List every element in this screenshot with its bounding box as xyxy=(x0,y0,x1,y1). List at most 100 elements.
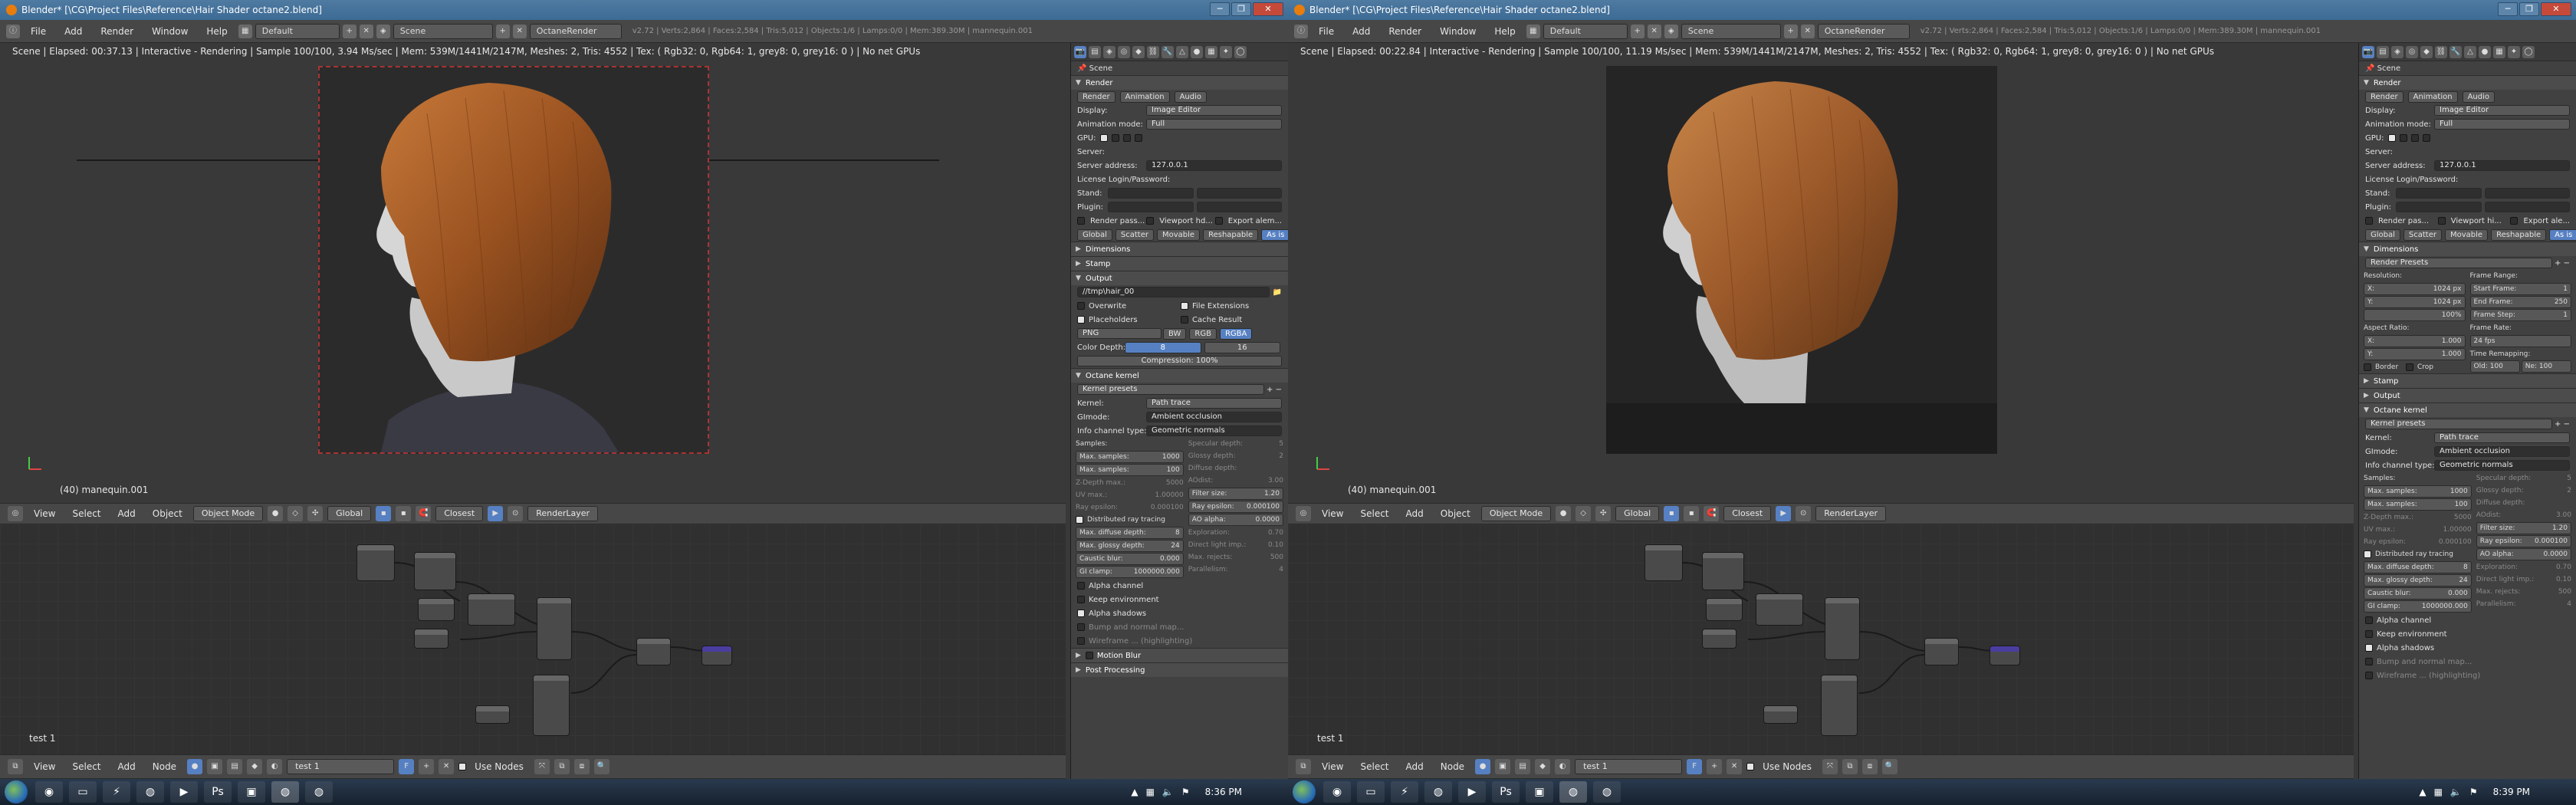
material-tab-icon[interactable]: ● xyxy=(2479,45,2491,58)
pin-icon[interactable]: 📌 xyxy=(1077,64,1089,73)
material-output-node[interactable] xyxy=(1990,646,2020,665)
rgba-button[interactable]: RGBA xyxy=(1219,327,1253,340)
max-diffuse-depth-field[interactable]: Max. diffuse depth: 8 xyxy=(1076,527,1184,539)
shader-node[interactable] xyxy=(533,675,570,736)
overwrite-checkbox[interactable] xyxy=(1077,302,1085,310)
render-passes-checkbox[interactable] xyxy=(2365,217,2373,225)
tray-arrow-icon[interactable]: ▲ xyxy=(2419,787,2426,797)
folder-icon[interactable]: 📁 xyxy=(1270,288,1282,297)
ray-epsilon-field[interactable]: Ray epsilon: 0.000100 xyxy=(1188,501,1283,513)
shader-node[interactable] xyxy=(1756,593,1803,626)
add-scene-icon[interactable]: + xyxy=(495,24,510,38)
gi-clamp-field[interactable]: GI clamp: 1000000.000 xyxy=(1076,566,1184,578)
menu-window[interactable]: Window xyxy=(1432,26,1484,37)
ao-dist-field[interactable]: AOdist: 3.00 xyxy=(1188,475,1283,487)
info-channel-select[interactable]: Geometric normals xyxy=(2434,460,2570,471)
winamp-icon[interactable]: ⚡ xyxy=(103,781,130,803)
ray-epsilon-field[interactable]: Ray epsilon: 0.000100 xyxy=(1076,501,1184,514)
3d-viewport[interactable]: Scene | Elapsed: 00:22.84 | Interactive … xyxy=(1288,43,2354,503)
menu-help[interactable]: Help xyxy=(199,26,235,37)
physics-tab-icon[interactable]: ◯ xyxy=(2522,45,2535,58)
winamp-icon[interactable]: ⚡ xyxy=(1391,781,1418,803)
chrome-icon[interactable]: ◉ xyxy=(1323,781,1351,803)
layout-select[interactable]: Default xyxy=(255,23,340,39)
object-tab-icon[interactable]: ◆ xyxy=(2420,45,2433,58)
particles-tab-icon[interactable]: ✦ xyxy=(1220,45,1232,58)
shader-node[interactable] xyxy=(414,552,456,590)
layer-icon[interactable]: ▪ xyxy=(396,506,412,521)
color-depth-8-button[interactable]: 8 xyxy=(1125,341,1201,353)
filter-size-field[interactable]: Filter size: 1.20 xyxy=(1188,488,1283,500)
mode-scatter-button[interactable]: Scatter xyxy=(1115,228,1154,241)
panel-render[interactable]: ▼ Render xyxy=(2359,75,2576,90)
blender-window-icon[interactable]: ◍ xyxy=(271,781,299,803)
titlebar[interactable]: Blender* [\CG\Project Files\Reference\Ha… xyxy=(0,0,1288,20)
app-icon[interactable]: ▣ xyxy=(1526,781,1553,803)
texture-tab-icon[interactable]: ▦ xyxy=(1205,45,1217,58)
pivot-icon[interactable]: ◇ xyxy=(288,506,304,521)
menu-select[interactable]: Select xyxy=(66,508,107,519)
add-icon[interactable]: + xyxy=(1707,759,1723,774)
menu-view[interactable]: View xyxy=(28,508,61,519)
material-icon[interactable]: ◐ xyxy=(1555,759,1571,774)
specular-depth-field[interactable]: Specular depth: 5 xyxy=(1188,438,1283,450)
texture-icon[interactable]: ▤ xyxy=(227,759,243,774)
alpha-channel-checkbox[interactable] xyxy=(2365,616,2373,624)
rgb-button[interactable]: RGB xyxy=(1189,327,1217,340)
mix-node[interactable] xyxy=(1924,638,1959,665)
snap-icon[interactable]: 🧲 xyxy=(416,506,432,521)
add-layout-icon[interactable]: + xyxy=(1630,24,1644,38)
direct-light-field[interactable]: Direct light imp.: 0.10 xyxy=(1188,539,1283,551)
shader-type-icon[interactable]: ● xyxy=(1475,759,1491,774)
display-select[interactable]: Image Editor xyxy=(2434,105,2570,116)
max-rejects-field[interactable]: Max. rejects: 500 xyxy=(1188,551,1283,564)
max-glossy-depth-field[interactable]: Max. glossy depth: 24 xyxy=(2364,574,2472,586)
keep-environment-checkbox[interactable] xyxy=(2365,630,2373,638)
menu-object[interactable]: Object xyxy=(1434,508,1477,519)
ao-alpha-field[interactable]: AO alpha: 0.0000 xyxy=(1188,514,1283,526)
keep-environment-checkbox[interactable] xyxy=(1077,596,1085,603)
constraints-tab-icon[interactable]: ⛓ xyxy=(1147,45,1159,58)
wireframe-checkbox[interactable] xyxy=(2365,672,2373,679)
aspect-x-field[interactable]: X: 1.000 xyxy=(2364,335,2466,347)
caustic-blur-field[interactable]: Caustic blur: 0.000 xyxy=(2364,587,2472,600)
shader-node[interactable] xyxy=(1821,675,1858,736)
titlebar[interactable]: Blender* [\CG\Project Files\Reference\Ha… xyxy=(1288,0,2576,20)
info-channel-select[interactable]: Geometric normals xyxy=(1146,426,1282,436)
minimize-button[interactable]: ─ xyxy=(1210,2,1230,16)
panel-octane-kernel[interactable]: ▼ Octane kernel xyxy=(1071,368,1288,383)
network-icon[interactable]: ▦ xyxy=(1146,787,1155,797)
crop-checkbox[interactable] xyxy=(2406,363,2413,371)
volume-icon[interactable]: 🔈 xyxy=(2450,787,2462,797)
scene-tab-icon[interactable]: ◈ xyxy=(2391,45,2404,58)
compositing-icon[interactable]: ▣ xyxy=(207,759,223,774)
clock[interactable]: 8:36 PM xyxy=(1205,787,1242,797)
start-orb-icon[interactable] xyxy=(1293,780,1316,803)
plugin-login-input[interactable] xyxy=(1108,202,1194,212)
shading-icon[interactable]: ● xyxy=(1556,506,1572,521)
render-engine-select[interactable]: OctaneRender xyxy=(529,23,622,39)
render-presets-select[interactable]: Render Presets xyxy=(2365,258,2552,268)
remove-icon[interactable]: ✕ xyxy=(1727,759,1743,774)
close-button[interactable]: ✕ xyxy=(2541,2,2571,16)
add-preset-icon[interactable]: + xyxy=(2552,420,2564,429)
plugin-password-input[interactable] xyxy=(2484,202,2570,212)
add-icon[interactable]: + xyxy=(419,759,435,774)
menu-select[interactable]: Select xyxy=(1354,508,1395,519)
compression-slider[interactable]: Compression: 100% xyxy=(1077,356,1282,366)
export-alembic-checkbox[interactable] xyxy=(1214,217,1223,225)
pin-icon[interactable]: 📌 xyxy=(2365,64,2377,73)
object-icon[interactable]: ◆ xyxy=(1535,759,1551,774)
direct-light-field[interactable]: Direct light imp.: 0.10 xyxy=(2476,573,2571,586)
gpu-checkbox[interactable] xyxy=(1100,134,1108,142)
menu-file[interactable]: File xyxy=(23,26,54,37)
editor-type-icon[interactable]: ◎ xyxy=(8,506,23,521)
placeholders-checkbox[interactable] xyxy=(1077,316,1085,324)
physics-tab-icon[interactable]: ◯ xyxy=(1234,45,1247,58)
3d-viewport[interactable]: Scene | Elapsed: 00:37.13 | Interactive … xyxy=(0,43,1066,503)
wireframe-checkbox[interactable] xyxy=(1077,637,1085,645)
scene-select[interactable]: Scene xyxy=(393,23,493,39)
shader-node[interactable] xyxy=(1706,598,1743,621)
gpu-checkbox[interactable] xyxy=(1135,134,1142,142)
photoshop-icon[interactable]: Ps xyxy=(1492,781,1520,803)
